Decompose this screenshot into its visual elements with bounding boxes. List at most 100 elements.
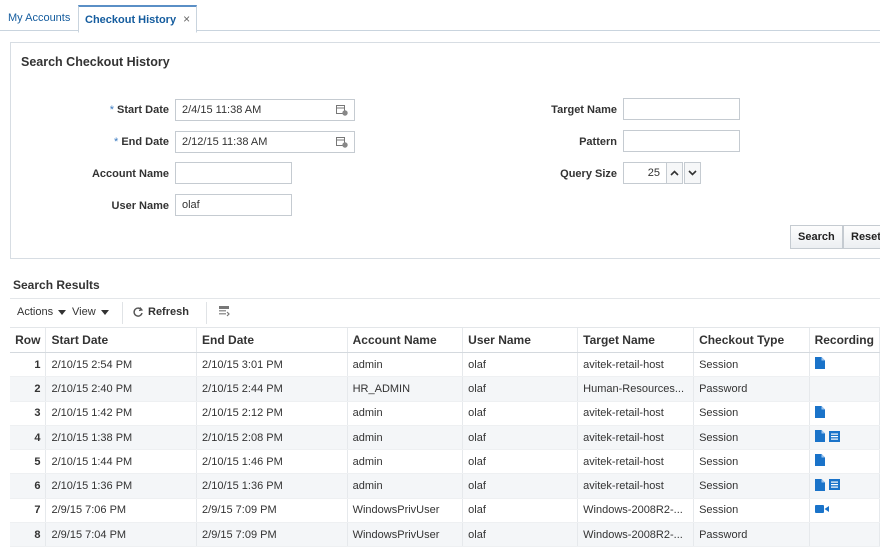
account-name-input[interactable] [175,162,292,184]
table-row[interactable]: 4 2/10/15 1:38 PM 2/10/15 2:08 PM admin olaf… [10,425,880,451]
table-row[interactable]: 6 2/10/15 1:36 PM 2/10/15 1:36 PM admin olaf… [10,473,880,499]
target-name-cell: Windows-2008R2-... [577,522,695,547]
close-icon[interactable]: × [183,12,190,26]
table-row[interactable]: 2 2/10/15 2:40 PM 2/10/15 2:44 PM HR_ADMIN o… [10,376,880,402]
table-header-row: Row Start Date End Date Account Name Use… [10,328,880,353]
table-row[interactable]: 3 2/10/15 1:42 PM 2/10/15 2:12 PM admin olaf… [10,401,880,426]
user-name-cell: olaf [462,401,579,426]
checkout-type-cell: Session [693,498,810,524]
user-name-cell: olaf [462,522,579,547]
user-name-cell: olaf [462,352,579,378]
checkout-type-cell: Session [693,401,810,426]
table-row[interactable]: 5 2/10/15 1:44 PM 2/10/15 1:46 PM admin olaf… [10,449,880,475]
account-name-cell: WindowsPrivUser [347,522,464,547]
target-name-cell: Human-Resources... [577,376,695,402]
end-date-cell: 2/9/15 7:09 PM [196,498,348,524]
target-name-cell: avitek-retail-host [577,425,695,451]
col-header-checkout-type[interactable]: Checkout Type [693,328,810,353]
panel-title: Search Checkout History [21,55,170,69]
query-size-input[interactable]: 25 [623,162,667,184]
row-number: 4 [10,425,47,451]
start-date-cell: 2/10/15 1:36 PM [45,473,198,499]
col-header-row[interactable]: Row [10,328,47,353]
checkout-type-cell: Session [693,449,810,475]
recording-cell [809,352,880,378]
user-name-input[interactable]: olaf [175,194,292,216]
user-name-cell: olaf [462,449,579,475]
target-name-cell: avitek-retail-host [577,449,695,475]
account-name-cell: admin [347,473,464,499]
recording-cell [809,449,880,475]
start-date-input[interactable]: 2/4/15 11:38 AM [175,99,355,121]
results-table: Row Start Date End Date Account Name Use… [10,328,880,547]
table-row[interactable]: 8 2/9/15 7:04 PM 2/9/15 7:09 PM WindowsPriv… [10,522,880,547]
row-number: 7 [10,498,47,524]
target-name-cell: avitek-retail-host [577,401,695,426]
start-date-label: * Start Date [109,104,169,116]
end-date-value: 2/12/15 11:38 AM [182,136,268,148]
results-title: Search Results [13,278,100,292]
document-icon[interactable] [814,357,825,372]
account-name-cell: admin [347,449,464,475]
tab-label: Checkout History [85,14,177,26]
user-name-cell: olaf [462,498,579,524]
reset-button[interactable]: Reset [843,225,880,249]
chevron-down-icon [688,170,697,176]
required-icon: * [109,104,115,116]
refresh-button[interactable]: Refresh [132,306,189,318]
recording-cell [809,401,880,426]
document-icon[interactable] [814,478,825,494]
tab-my-accounts[interactable]: My Accounts [2,6,76,30]
col-header-user-name[interactable]: User Name [462,328,579,353]
transcript-icon[interactable] [828,430,840,445]
search-button[interactable]: Search [790,225,843,249]
document-icon[interactable] [814,430,825,445]
required-icon: * [114,136,119,148]
table-row[interactable]: 1 2/10/15 2:54 PM 2/10/15 3:01 PM admin olaf… [10,352,880,378]
checkout-type-cell: Password [693,376,810,402]
detach-table-icon [219,306,230,317]
calendar-icon[interactable] [336,104,348,116]
decrement-button[interactable] [684,162,701,184]
account-name-cell: admin [347,401,464,426]
calendar-icon[interactable] [336,136,348,148]
end-date-label: * End Date [114,136,169,148]
end-date-cell: 2/10/15 2:12 PM [196,401,348,426]
col-header-account-name[interactable]: Account Name [347,328,464,353]
caret-down-icon [100,309,109,315]
document-icon[interactable] [814,405,825,421]
toolbar-divider [122,302,123,324]
target-name-input[interactable] [623,98,740,120]
target-name-cell: Windows-2008R2-... [577,498,695,524]
target-name-cell: avitek-retail-host [577,352,695,378]
tab-checkout-history[interactable]: Checkout History × [78,5,198,33]
document-icon[interactable] [814,454,825,469]
col-header-target-name[interactable]: Target Name [577,328,695,353]
increment-button[interactable] [666,162,683,184]
col-header-start-date[interactable]: Start Date [45,328,198,353]
end-date-input[interactable]: 2/12/15 11:38 AM [175,131,355,153]
recording-cell [809,425,880,451]
end-date-cell: 2/10/15 2:44 PM [196,376,348,402]
view-menu[interactable]: View [72,306,109,318]
col-header-end-date[interactable]: End Date [196,328,348,353]
start-date-cell: 2/10/15 2:40 PM [45,376,198,402]
user-name-cell: olaf [462,425,579,451]
start-date-cell: 2/10/15 1:42 PM [45,401,198,426]
pattern-input[interactable] [623,130,740,152]
row-number: 2 [10,376,47,402]
video-icon[interactable] [814,504,829,517]
recording-cell [809,473,880,499]
account-name-cell: WindowsPrivUser [347,498,464,524]
checkout-type-cell: Password [693,522,810,547]
col-header-recording[interactable]: Recording [809,328,880,353]
table-row[interactable]: 7 2/9/15 7:06 PM 2/9/15 7:09 PM WindowsPriv… [10,498,880,524]
actions-menu[interactable]: Actions [17,306,67,318]
target-name-cell: avitek-retail-host [577,473,695,499]
account-name-cell: admin [347,425,464,451]
account-name-cell: admin [347,352,464,378]
transcript-icon[interactable] [828,479,840,493]
results-toolbar: Actions View Refresh [10,298,880,328]
toolbar-divider [206,302,207,324]
detach-button[interactable] [218,305,230,320]
